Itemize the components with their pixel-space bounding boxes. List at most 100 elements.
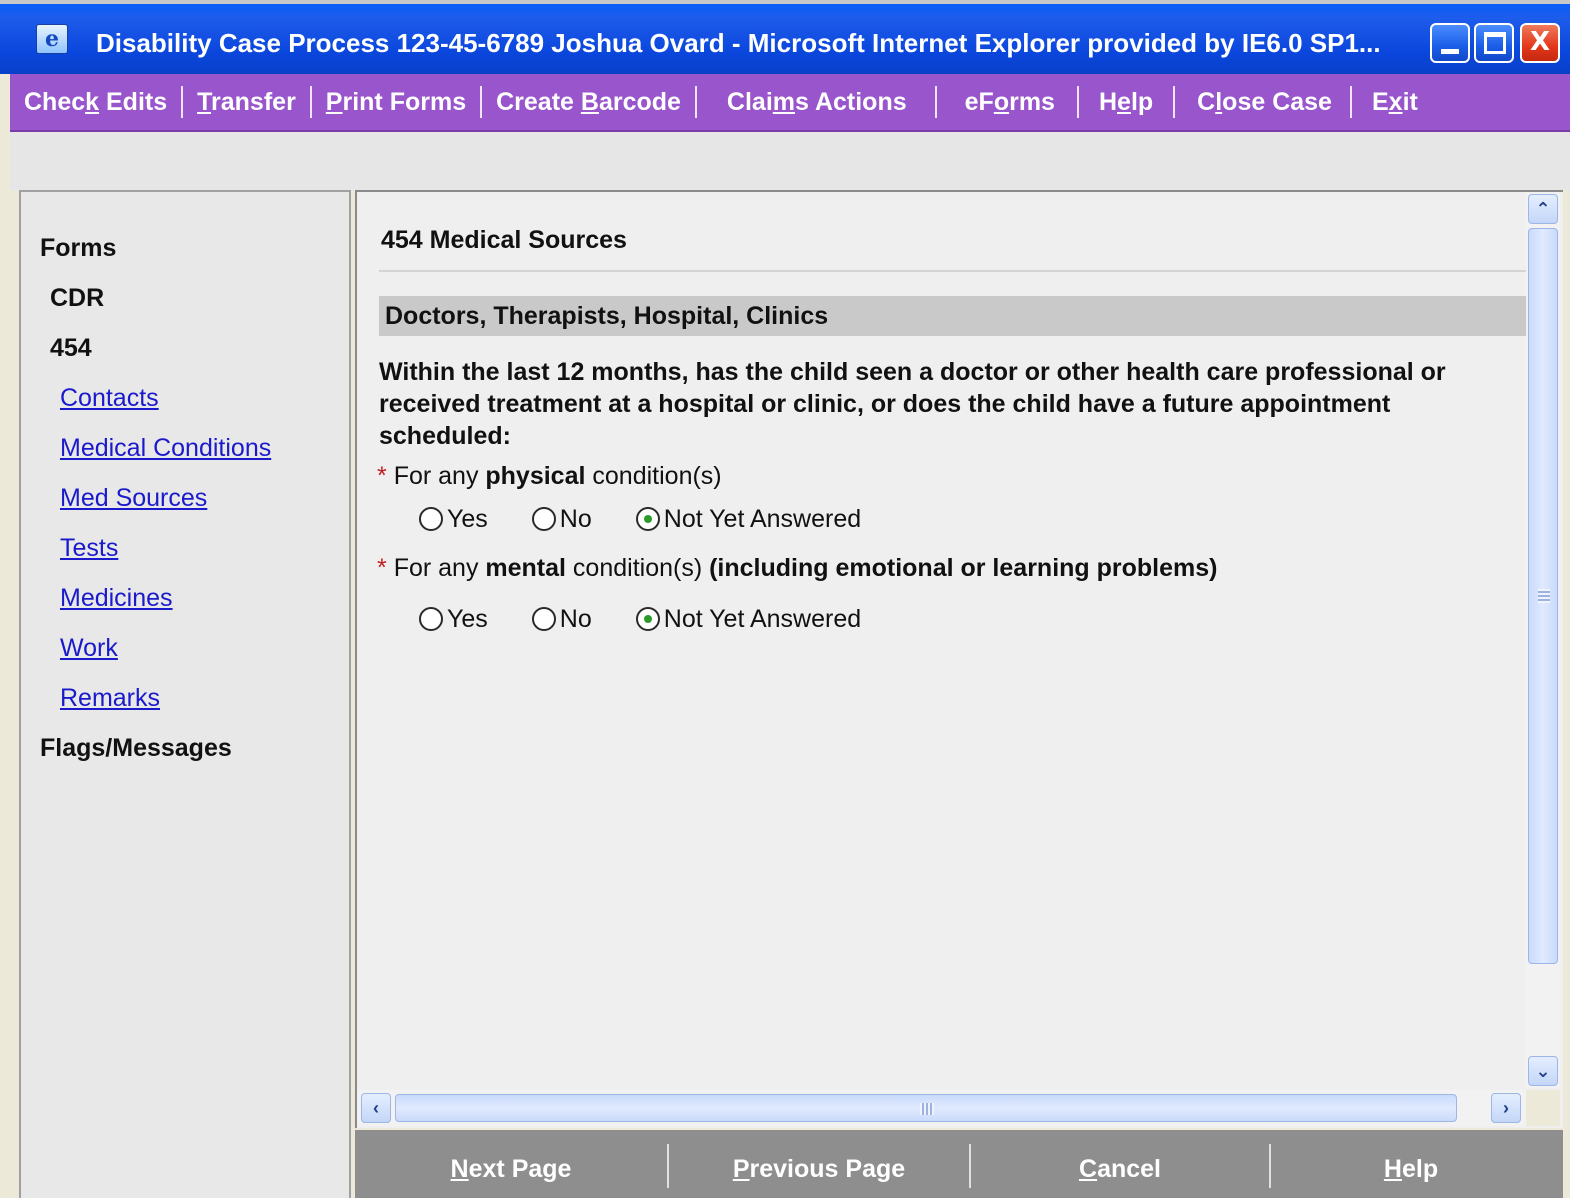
page-title: 454 Medical Sources [381, 226, 627, 254]
maximize-icon [1484, 32, 1506, 54]
previous-page-button[interactable]: Previous Page [669, 1130, 969, 1198]
menu-label-part: Clai [726, 88, 773, 116]
radio-circle[interactable] [419, 607, 443, 631]
menu-label-part: rms [1009, 88, 1055, 116]
menu-accel: e [1117, 88, 1131, 116]
required-marker: * [377, 554, 387, 582]
menu-label-part: H [1098, 88, 1118, 116]
menu-accel: x [1388, 88, 1403, 116]
scroll-left-arrow-icon[interactable]: ‹ [361, 1093, 391, 1123]
menu-accel: B [580, 88, 599, 116]
maximize-button[interactable] [1474, 23, 1514, 63]
radio-label: No [559, 604, 592, 633]
menu-label-part: arcode [598, 88, 681, 116]
button-label: ancel [1097, 1155, 1161, 1183]
radio-circle[interactable] [531, 607, 556, 631]
window-title: Disability Case Process 123-45-6789 Josh… [96, 28, 1381, 58]
content-frame: 454 Medical Sources Doctors, Therapists,… [355, 190, 1563, 1128]
question-emphasis: mental [485, 554, 566, 582]
next-page-button[interactable]: Next Page [355, 1130, 667, 1198]
horizontal-scroll-thumb[interactable] [395, 1094, 1457, 1122]
menu-claims-actions[interactable]: Claims Actions [697, 84, 935, 120]
menu-bar: Check Edits Transfer Print Forms Create … [10, 74, 1570, 132]
physical-radio-yes[interactable]: Yes [419, 505, 488, 534]
close-icon: X [1529, 27, 1551, 57]
menu-exit[interactable]: Exit [1352, 84, 1418, 120]
cancel-button[interactable]: Cancel [971, 1130, 1269, 1198]
menu-label-part: Chec [24, 88, 86, 116]
ie-page-icon: e [36, 24, 68, 54]
nav-flags-messages[interactable]: Flags/Messages [40, 734, 232, 763]
menu-check-edits[interactable]: Check Edits [10, 84, 181, 120]
radio-label: Not Yet Answered [663, 604, 862, 633]
help-button[interactable]: Help [1271, 1130, 1551, 1198]
question-part: condition(s) [565, 554, 710, 582]
menu-eforms[interactable]: eForms [937, 84, 1077, 120]
radio-circle[interactable] [531, 507, 556, 531]
radio-circle-selected[interactable] [635, 507, 660, 531]
nav-link-medicines[interactable]: Medicines [60, 584, 173, 613]
nav-link-contacts[interactable]: Contacts [60, 384, 159, 413]
menu-separator [934, 86, 937, 118]
nav-link-tests[interactable]: Tests [60, 534, 118, 563]
physical-question: * For any physical condition(s) [377, 462, 722, 491]
close-button[interactable]: X [1520, 23, 1560, 63]
required-marker: * [377, 462, 387, 490]
button-accel: P [732, 1155, 750, 1183]
minimize-button[interactable] [1430, 23, 1470, 63]
nav-link-remarks[interactable]: Remarks [60, 684, 160, 713]
mental-radio-yes[interactable]: Yes [419, 605, 488, 634]
question-emphasis: physical [485, 462, 586, 490]
button-label: revious Page [749, 1155, 906, 1183]
horizontal-scrollbar[interactable]: ‹ › [357, 1090, 1526, 1126]
menu-transfer[interactable]: Transfer [183, 84, 310, 120]
menu-accel: P [325, 88, 343, 116]
grip-icon [1538, 589, 1550, 603]
menu-separator [1349, 86, 1352, 118]
browser-window: e Disability Case Process 123-45-6789 Jo… [0, 0, 1570, 1198]
question-text: Within the last 12 months, has the child… [379, 358, 1446, 450]
question-part: For any [393, 462, 486, 490]
radio-circle[interactable] [419, 507, 443, 531]
section-header: Doctors, Therapists, Hospital, Clinics [379, 296, 1527, 336]
menu-accel: o [993, 88, 1010, 116]
scroll-down-arrow-icon[interactable]: ⌄ [1528, 1056, 1558, 1086]
physical-radio-not-yet-answered[interactable]: Not Yet Answered [635, 504, 862, 534]
question-emphasis: (including emotional or learning problem… [709, 554, 1218, 582]
vertical-scroll-thumb[interactable] [1528, 228, 1558, 964]
divider [379, 270, 1527, 272]
scroll-up-arrow-icon[interactable]: ⌃ [1528, 194, 1558, 224]
grip-icon [920, 1103, 934, 1115]
menu-label-part: eF [964, 88, 994, 116]
button-accel: C [1079, 1155, 1098, 1183]
menu-print-forms[interactable]: Print Forms [312, 84, 480, 120]
menu-label-part: Create [496, 88, 581, 116]
menu-separator [1076, 86, 1079, 118]
minimize-icon [1441, 49, 1459, 54]
physical-radio-group: Yes No Not Yet Answered [419, 504, 905, 534]
physical-radio-no[interactable]: No [531, 505, 592, 534]
toolbar-spacer [10, 132, 1570, 190]
menu-help[interactable]: Help [1079, 84, 1173, 120]
menu-accel: k [85, 88, 100, 116]
nav-454[interactable]: 454 [50, 334, 92, 363]
nav-link-work[interactable]: Work [60, 634, 118, 663]
menu-create-barcode[interactable]: Create Barcode [482, 84, 695, 120]
radio-circle-selected[interactable] [635, 607, 660, 631]
nav-link-med-sources[interactable]: Med Sources [60, 484, 207, 513]
mental-radio-no[interactable]: No [531, 604, 592, 634]
menu-close-case[interactable]: Close Case [1175, 84, 1350, 120]
menu-label-part: ransfer [211, 88, 296, 116]
mental-radio-not-yet-answered[interactable]: Not Yet Answered [635, 604, 862, 634]
nav-link-medical-conditions[interactable]: Medical Conditions [60, 434, 271, 463]
vertical-scrollbar[interactable]: ⌃ ⌄ [1526, 192, 1560, 1088]
scroll-right-arrow-icon[interactable]: › [1491, 1093, 1521, 1123]
menu-label-part: rint Forms [342, 88, 467, 116]
radio-label: Not Yet Answered [663, 504, 862, 533]
button-accel: H [1383, 1155, 1402, 1183]
menu-label-part: it [1402, 88, 1418, 116]
menu-label-part: ose Case [1222, 88, 1332, 116]
radio-label: Yes [447, 504, 488, 533]
menu-separator [480, 86, 483, 118]
nav-cdr[interactable]: CDR [50, 284, 104, 313]
